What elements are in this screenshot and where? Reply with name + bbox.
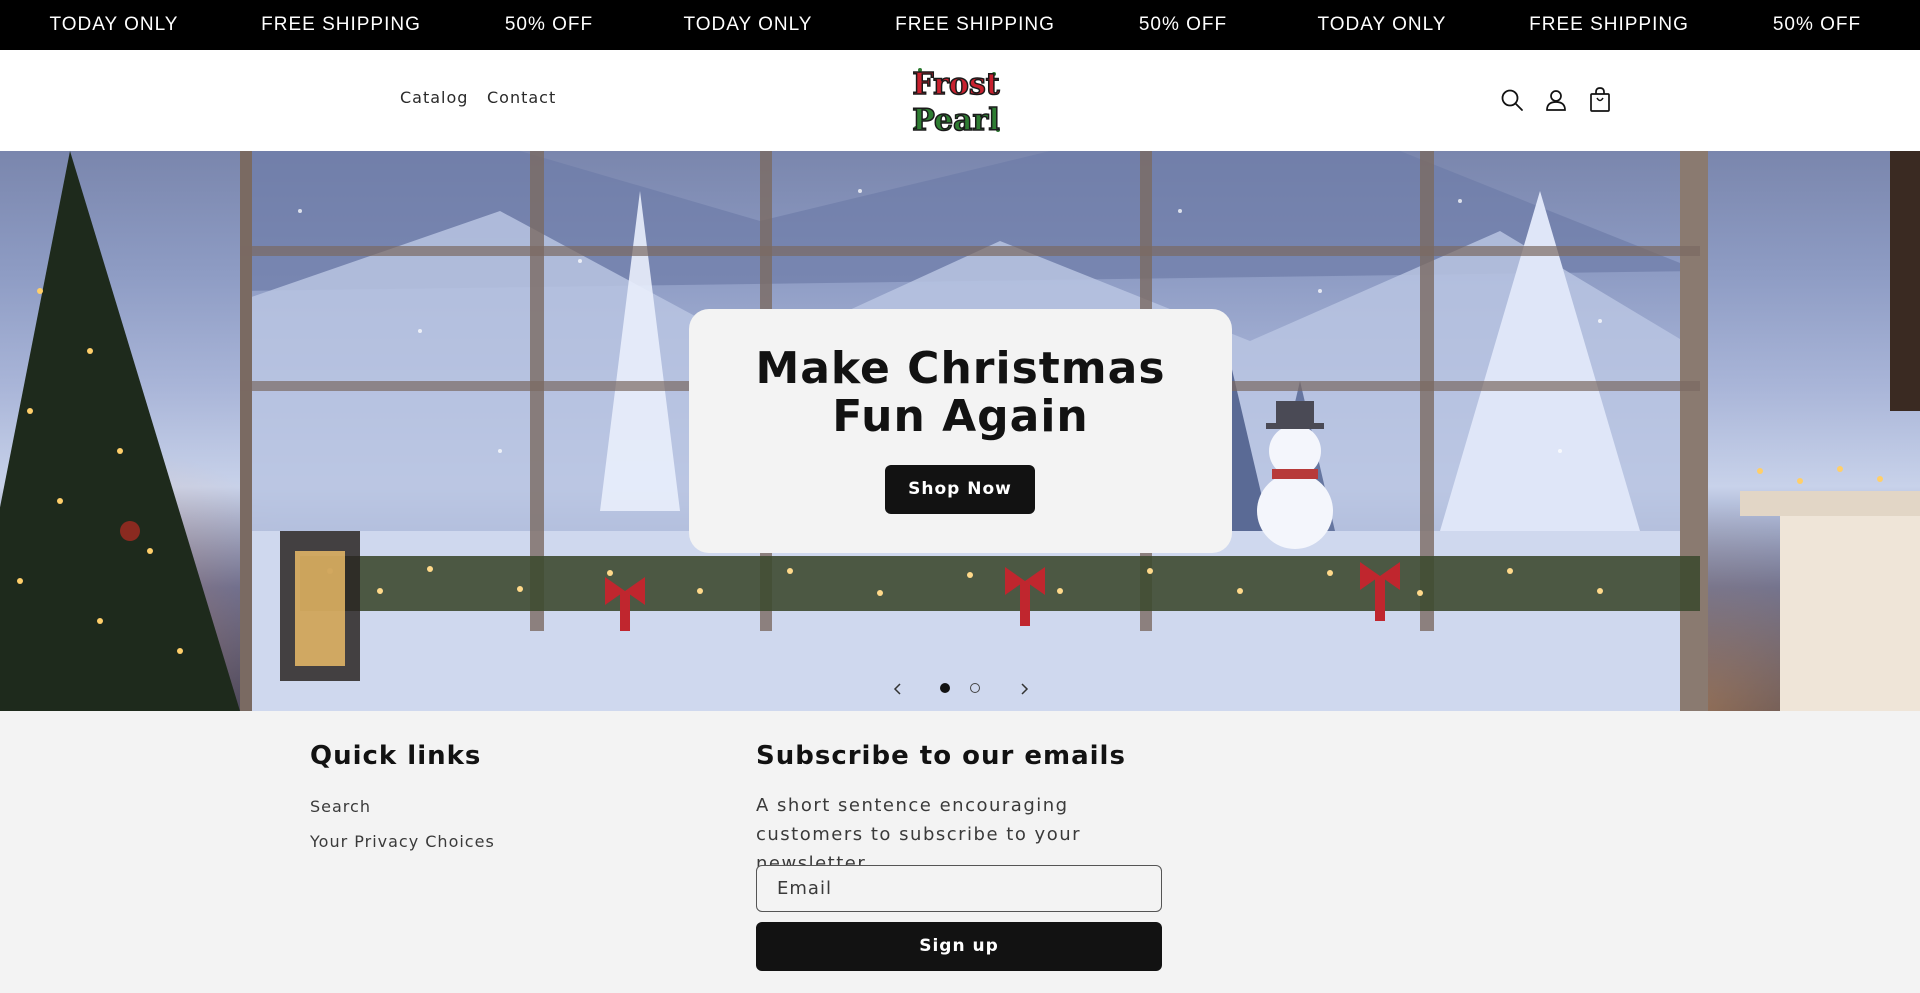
announcement-item: FREE SHIPPING xyxy=(1529,14,1689,35)
account-icon[interactable] xyxy=(1542,86,1570,114)
shop-now-button[interactable]: Shop Now xyxy=(885,465,1035,514)
announcement-item: 50% OFF xyxy=(1138,14,1228,35)
announcement-item: TODAY ONLY xyxy=(683,14,813,35)
announcement-item: FREE SHIPPING xyxy=(261,14,421,35)
logo-image: Frost Pearl xyxy=(912,66,1001,139)
logo-word: Frost xyxy=(912,67,999,102)
chevron-left-icon xyxy=(893,683,901,695)
nav-link-contact[interactable]: Contact xyxy=(487,88,556,107)
footer-link-search[interactable]: Search xyxy=(310,797,371,816)
search-icon[interactable] xyxy=(1498,86,1526,114)
announcement-item: 50% OFF xyxy=(504,14,594,35)
nav-link-catalog[interactable]: Catalog xyxy=(400,88,468,107)
announcement-bar: TODAY ONLY FREE SHIPPING 50% OFF TODAY O… xyxy=(0,0,1920,50)
site-footer: Quick links Search Your Privacy Choices … xyxy=(0,711,1920,993)
hero-content-card: Make Christmas Fun Again Shop Now xyxy=(689,309,1232,553)
logo[interactable]: Frost Pearl xyxy=(908,60,1004,140)
cart-icon[interactable] xyxy=(1586,86,1614,114)
email-field[interactable] xyxy=(756,865,1162,912)
site-header: Catalog Contact Frost Pearl xyxy=(0,50,1920,151)
footer-link-privacy-choices[interactable]: Your Privacy Choices xyxy=(310,832,495,851)
hero-banner: Make Christmas Fun Again Shop Now xyxy=(0,151,1920,711)
chevron-right-icon xyxy=(1021,683,1029,695)
logo-word: Pearl xyxy=(912,103,999,138)
quick-links-heading: Quick links xyxy=(310,741,482,771)
slider-dot-1[interactable] xyxy=(940,683,950,693)
announcement-item: TODAY ONLY xyxy=(49,14,179,35)
sign-up-button[interactable]: Sign up xyxy=(756,922,1162,971)
slider-dot-2[interactable] xyxy=(970,683,980,693)
hero-title: Make Christmas Fun Again xyxy=(755,343,1166,442)
announcement-item: 50% OFF xyxy=(1772,14,1862,35)
newsletter-heading: Subscribe to our emails xyxy=(756,741,1126,771)
announcement-item: FREE SHIPPING xyxy=(895,14,1055,35)
announcement-item: TODAY ONLY xyxy=(1317,14,1447,35)
